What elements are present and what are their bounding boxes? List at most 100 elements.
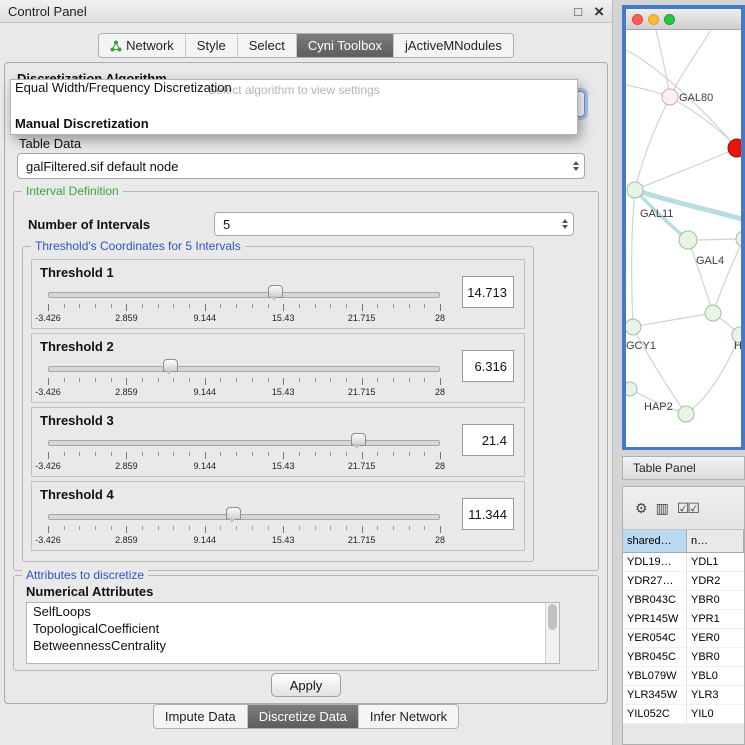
network-edge[interactable]	[670, 97, 737, 148]
network-edge[interactable]	[635, 148, 737, 190]
slider-thumb[interactable]	[163, 359, 178, 372]
table-data-combobox[interactable]: galFiltered.sif default node	[17, 153, 585, 179]
tab-jactivemnodules[interactable]: jActiveMNodules	[393, 34, 513, 57]
tick-label: 21.715	[348, 387, 376, 397]
tick-label: 9.144	[194, 313, 217, 323]
network-node[interactable]	[626, 319, 641, 335]
table-panel-header[interactable]: Table Panel	[622, 456, 745, 480]
network-edge[interactable]	[656, 30, 670, 97]
tick-mark	[268, 452, 269, 456]
tick-mark	[424, 304, 425, 308]
tick-mark	[424, 378, 425, 382]
network-edge[interactable]	[632, 190, 635, 327]
network-node[interactable]	[728, 139, 741, 157]
attribute-list-item[interactable]: BetweennessCentrality	[27, 637, 559, 654]
column-header-n[interactable]: n…	[687, 530, 744, 552]
node-label: GAL4	[696, 255, 724, 267]
threshold-slider[interactable]	[48, 432, 440, 450]
tab-style[interactable]: Style	[185, 34, 237, 57]
close-window-icon[interactable]	[632, 14, 643, 25]
tick-mark	[393, 526, 394, 530]
threshold-value-input[interactable]: 6.316	[462, 350, 514, 382]
attribute-list-item[interactable]: TopologicalCoefficient	[27, 620, 559, 637]
threshold-slider[interactable]	[48, 284, 440, 302]
column-layout-icon[interactable]: ▥	[656, 501, 667, 515]
close-icon[interactable]: ×	[594, 3, 604, 20]
tick-mark	[252, 526, 253, 530]
network-node[interactable]	[627, 182, 643, 198]
select-columns-icon[interactable]: ☑☑	[677, 501, 698, 515]
table-row[interactable]: YBL079WYBL0	[623, 667, 744, 686]
threshold-slider[interactable]	[48, 506, 440, 524]
network-window-titlebar[interactable]	[626, 9, 741, 30]
threshold-value-input[interactable]: 14.713	[462, 276, 514, 308]
number-of-intervals-combobox[interactable]: 5	[214, 212, 574, 236]
table-row[interactable]: YIL052CYIL0	[623, 705, 744, 724]
algorithm-option-equal-width-frequency-discretization[interactable]: Equal Width/Frequency Discretization	[15, 80, 232, 95]
scrollbar-thumb[interactable]	[548, 604, 557, 630]
network-node[interactable]	[679, 231, 697, 249]
settings-gear-icon[interactable]: ⚙	[635, 501, 646, 515]
network-node[interactable]	[626, 382, 637, 396]
tick-mark	[346, 304, 347, 308]
network-edge[interactable]	[688, 240, 713, 313]
table-row[interactable]: YBR043CYBR0	[623, 591, 744, 610]
network-edge[interactable]	[633, 313, 713, 327]
minimize-window-icon[interactable]	[648, 14, 659, 25]
zoom-window-icon[interactable]	[664, 14, 675, 25]
table-row[interactable]: YLR345WYLR3	[623, 686, 744, 705]
network-view-window[interactable]: GAL80GAL11GAL4GCY1HHAP2	[622, 5, 745, 450]
network-edge[interactable]	[635, 97, 670, 190]
tab-impute-data[interactable]: Impute Data	[154, 705, 247, 728]
tick-mark	[126, 452, 127, 459]
table-row[interactable]: YBR045CYBR0	[623, 648, 744, 667]
tab-label: Cyni Toolbox	[308, 38, 382, 53]
cell-name: YIL0	[687, 708, 744, 720]
network-node[interactable]	[736, 231, 741, 247]
tab-select[interactable]: Select	[237, 34, 296, 57]
tab-infer-network[interactable]: Infer Network	[358, 705, 458, 728]
apply-button[interactable]: Apply	[271, 673, 341, 697]
threshold-slider[interactable]	[48, 358, 440, 376]
network-graph[interactable]: GAL80GAL11GAL4GCY1HHAP2	[626, 30, 741, 447]
float-window-icon[interactable]: □	[574, 5, 582, 18]
slider-thumb[interactable]	[268, 285, 283, 298]
tick-mark	[393, 452, 394, 456]
tick-mark	[409, 526, 410, 530]
tab-network[interactable]: Network	[99, 34, 185, 57]
tick-mark	[299, 452, 300, 456]
network-node[interactable]	[662, 89, 678, 105]
slider-ticks	[48, 378, 440, 386]
threshold-value-input[interactable]: 11.344	[462, 498, 514, 530]
slider-track	[48, 514, 440, 520]
attributes-group: Attributes to discretize Numerical Attri…	[13, 575, 599, 671]
table-row[interactable]: YDR27…YDR2	[623, 572, 744, 591]
tick-mark	[440, 526, 441, 533]
table-row[interactable]: YER054CYER0	[623, 629, 744, 648]
tick-mark	[48, 526, 49, 533]
attribute-list-item[interactable]: SelfLoops	[27, 603, 559, 620]
tick-label: 9.144	[194, 535, 217, 545]
numerical-attributes-list[interactable]: SelfLoopsTopologicalCoefficientBetweenne…	[26, 602, 560, 664]
tab-discretize-data[interactable]: Discretize Data	[247, 705, 358, 728]
cell-name: YBR0	[687, 594, 744, 606]
tick-mark	[111, 378, 112, 382]
network-canvas[interactable]: GAL80GAL11GAL4GCY1HHAP2	[626, 30, 741, 447]
tab-label: Select	[249, 38, 285, 53]
vertical-scrollbar[interactable]	[545, 603, 559, 663]
tick-mark	[440, 378, 441, 385]
network-node[interactable]	[705, 305, 721, 321]
slider-thumb[interactable]	[226, 507, 241, 520]
network-node[interactable]	[678, 406, 694, 422]
network-edge[interactable]	[686, 335, 740, 414]
network-edge[interactable]	[713, 239, 741, 313]
table-row[interactable]: YDL19…YDL1	[623, 553, 744, 572]
threshold-value-input[interactable]: 21.4	[462, 424, 514, 456]
algorithm-option-manual-discretization[interactable]: Manual Discretization	[15, 116, 149, 131]
table-row[interactable]: YPR145WYPR1	[623, 610, 744, 629]
tick-mark	[189, 526, 190, 530]
tab-cyni-toolbox[interactable]: Cyni Toolbox	[296, 34, 393, 57]
slider-thumb[interactable]	[351, 433, 366, 446]
column-header-shared[interactable]: shared…	[623, 530, 687, 552]
table-body: YDL19…YDL1YDR27…YDR2YBR043CYBR0YPR145WYP…	[623, 553, 744, 724]
